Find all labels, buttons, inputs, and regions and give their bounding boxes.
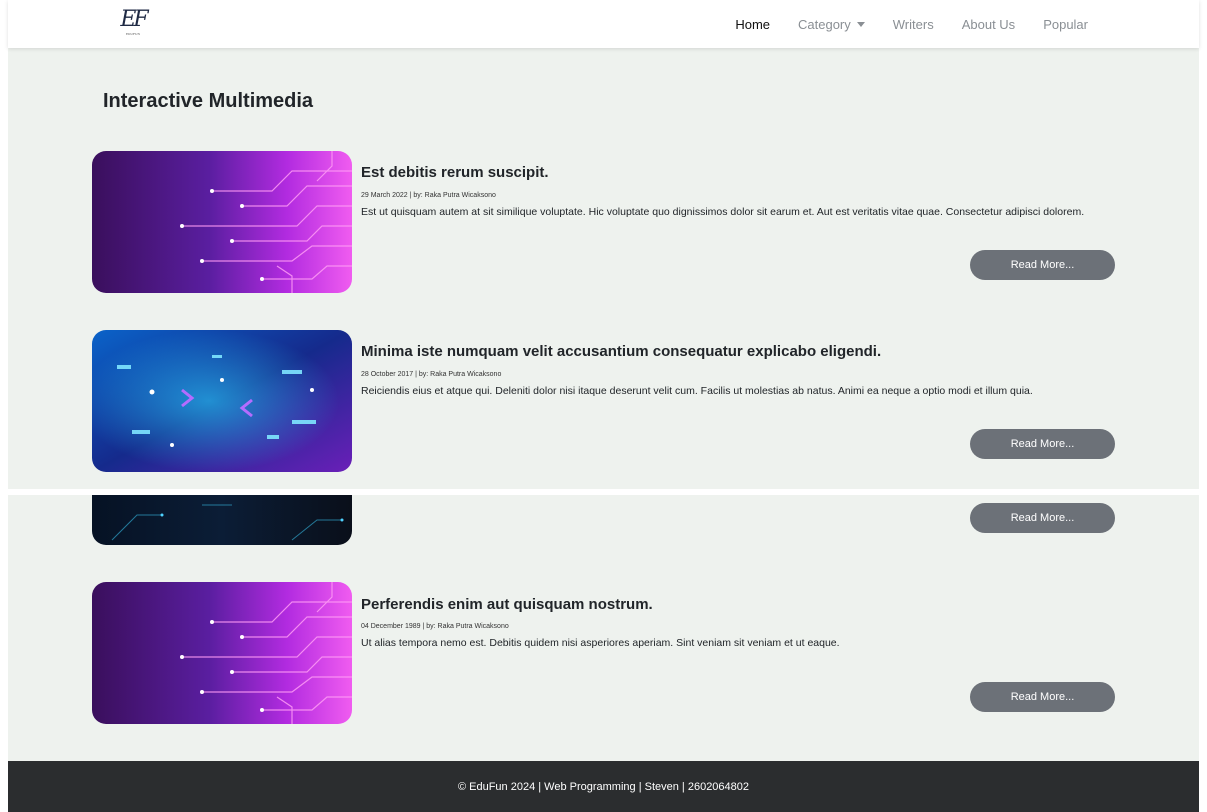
read-more-button[interactable]: Read More...: [970, 682, 1115, 712]
article-title[interactable]: Minima iste numquam velit accusantium co…: [361, 343, 881, 360]
article-excerpt: Est ut quisquam autem at sit similique v…: [361, 206, 1085, 218]
logo-subtext: EDUFUN: [125, 32, 141, 36]
nav-writers[interactable]: Writers: [879, 17, 948, 32]
article-title[interactable]: Est debitis rerum suscipit.: [361, 164, 549, 181]
nav-links: Home Category Writers About Us Popular: [721, 0, 1102, 48]
screenshot-seam: [8, 489, 1199, 495]
navbar: EF EDUFUN Home Category Writers About Us…: [8, 0, 1199, 48]
article-excerpt: Reiciendis eius et atque qui. Deleniti d…: [361, 385, 1033, 397]
edufun-logo[interactable]: EF EDUFUN: [111, 8, 155, 44]
article-thumbnail-circuit-dark[interactable]: [92, 495, 352, 545]
page-title: Interactive Multimedia: [103, 90, 314, 112]
nav-category-dropdown[interactable]: Category: [784, 17, 879, 32]
nav-home[interactable]: Home: [721, 17, 784, 32]
article-excerpt: Ut alias tempora nemo est. Debitis quide…: [361, 637, 840, 649]
article-meta: 04 December 1989 | by: Raka Putra Wicaks…: [361, 623, 509, 630]
article-meta: 29 March 2022 | by: Raka Putra Wicaksono: [361, 192, 496, 199]
caret-down-icon: [856, 22, 865, 27]
logo-mark: EF: [120, 7, 148, 32]
read-more-button[interactable]: Read More...: [970, 250, 1115, 280]
article-meta: 28 October 2017 | by: Raka Putra Wicakso…: [361, 371, 502, 378]
article-title[interactable]: Perferendis enim aut quisquam nostrum.: [361, 596, 653, 613]
nav-category-label: Category: [798, 16, 851, 32]
article-thumbnail-circuit-pink[interactable]: [92, 151, 352, 293]
read-more-button[interactable]: Read More...: [970, 429, 1115, 459]
nav-popular[interactable]: Popular: [1029, 17, 1102, 32]
read-more-button[interactable]: Read More...: [970, 503, 1115, 533]
nav-about-us[interactable]: About Us: [948, 17, 1029, 32]
article-thumbnail-circuit-pink[interactable]: [92, 582, 352, 724]
footer-text: © EduFun 2024 | Web Programming | Steven…: [457, 780, 750, 793]
article-thumbnail-circuit-blue[interactable]: [92, 330, 352, 472]
footer: © EduFun 2024 | Web Programming | Steven…: [8, 761, 1199, 812]
